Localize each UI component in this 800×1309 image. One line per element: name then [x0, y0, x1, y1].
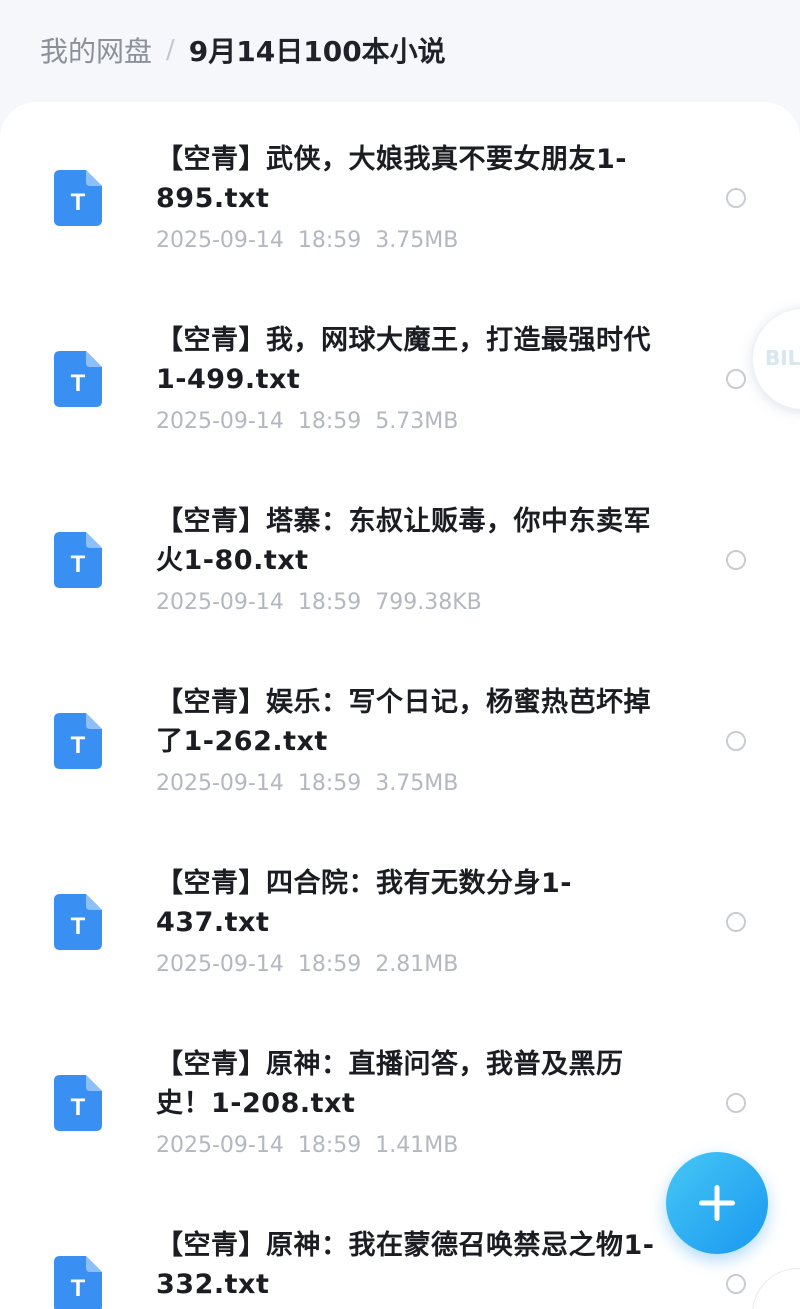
- file-date: 2025-09-14: [156, 771, 284, 796]
- breadcrumb-current-folder: 9月14日100本小说: [188, 35, 446, 68]
- file-time: 18:59: [297, 409, 362, 434]
- select-radio[interactable]: [726, 1093, 746, 1113]
- file-meta: 2025-09-14 18:59 1.41MB: [156, 1133, 458, 1158]
- select-radio[interactable]: [726, 369, 746, 389]
- file-meta: 2025-09-14 18:59 5.73MB: [156, 409, 458, 434]
- file-name: 【空青】我，网球大魔王，打造最强时代1-499.txt: [156, 325, 651, 395]
- file-row[interactable]: T 【空青】四合院：我有无数分身1-437.txt 2025-09-14 18:59 2…: [0, 826, 800, 1008]
- file-row[interactable]: T 【空青】娱乐：写个日记，杨蜜热芭坏掉了1-262.txt 2025-09-14 1…: [0, 645, 800, 827]
- file-size: 3.75MB: [375, 771, 459, 796]
- txt-file-icon: T: [54, 170, 102, 226]
- svg-text:T: T: [71, 913, 86, 940]
- file-time: 18:59: [297, 228, 362, 253]
- floating-assistant-label: BIL: [765, 346, 800, 370]
- txt-file-icon: T: [54, 894, 102, 950]
- file-date: 2025-09-14: [156, 228, 284, 253]
- breadcrumb-root[interactable]: 我的网盘: [40, 30, 152, 70]
- file-name: 【空青】娱乐：写个日记，杨蜜热芭坏掉了1-262.txt: [156, 687, 651, 757]
- file-meta: 2025-09-14 18:59 2.81MB: [156, 952, 458, 977]
- svg-text:T: T: [71, 370, 86, 397]
- file-row[interactable]: T 【空青】我，网球大魔王，打造最强时代1-499.txt 2025-09-14 18…: [0, 283, 800, 465]
- file-time: 18:59: [297, 1133, 362, 1158]
- svg-text:T: T: [71, 1094, 86, 1121]
- svg-text:T: T: [71, 1275, 86, 1302]
- file-name: 【空青】四合院：我有无数分身1-437.txt: [156, 868, 572, 938]
- file-row[interactable]: T 【空青】原神：直播问答，我普及黑历史！1-208.txt 2025-09-14 1…: [0, 1007, 800, 1189]
- txt-file-icon: T: [54, 1075, 102, 1131]
- file-meta: 2025-09-14 18:59 3.75MB: [156, 228, 458, 253]
- file-size: 3.75MB: [375, 228, 459, 253]
- plus-icon: [697, 1183, 737, 1223]
- file-size: 799.38KB: [375, 590, 482, 615]
- select-radio[interactable]: [726, 912, 746, 932]
- select-radio[interactable]: [726, 188, 746, 208]
- file-date: 2025-09-14: [156, 590, 284, 615]
- breadcrumb-separator: /: [166, 35, 175, 65]
- file-name: 【空青】塔寨：东叔让贩毒，你中东卖军火1-80.txt: [156, 506, 651, 576]
- select-radio[interactable]: [726, 731, 746, 751]
- breadcrumb: 我的网盘 / 9月14日100本小说: [40, 28, 446, 72]
- svg-text:T: T: [71, 189, 86, 216]
- txt-file-icon: T: [54, 532, 102, 588]
- file-date: 2025-09-14: [156, 409, 284, 434]
- file-time: 18:59: [297, 952, 362, 977]
- file-size: 2.81MB: [375, 952, 459, 977]
- txt-file-icon: T: [54, 351, 102, 407]
- file-row[interactable]: T 【空青】塔寨：东叔让贩毒，你中东卖军火1-80.txt 2025-09-14 18…: [0, 464, 800, 646]
- select-radio[interactable]: [726, 1274, 746, 1294]
- txt-file-icon: T: [54, 713, 102, 769]
- app-screen: 我的网盘 / 9月14日100本小说 T 【空青】武侠，大娘我真不要女朋友1-89…: [0, 0, 800, 1309]
- file-name: 【空青】武侠，大娘我真不要女朋友1-895.txt: [156, 144, 627, 214]
- file-time: 18:59: [297, 590, 362, 615]
- select-radio[interactable]: [726, 550, 746, 570]
- svg-text:T: T: [71, 551, 86, 578]
- file-meta: 2025-09-14 18:59 3.75MB: [156, 771, 458, 796]
- svg-text:T: T: [71, 732, 86, 759]
- file-size: 1.41MB: [375, 1133, 459, 1158]
- file-list-card: T 【空青】武侠，大娘我真不要女朋友1-895.txt 2025-09-14 18:5…: [0, 102, 800, 1309]
- txt-file-icon: T: [54, 1256, 102, 1309]
- file-name: 【空青】原神：直播问答，我普及黑历史！1-208.txt: [156, 1049, 624, 1119]
- file-size: 5.73MB: [375, 409, 459, 434]
- file-date: 2025-09-14: [156, 1133, 284, 1158]
- file-date: 2025-09-14: [156, 952, 284, 977]
- file-name: 【空青】原神：我在蒙德召唤禁忌之物1-332.txt: [156, 1230, 655, 1300]
- file-meta: 2025-09-14 18:59 799.38KB: [156, 590, 482, 615]
- file-row[interactable]: T 【空青】武侠，大娘我真不要女朋友1-895.txt 2025-09-14 18:5…: [0, 102, 800, 284]
- file-time: 18:59: [297, 771, 362, 796]
- add-button[interactable]: [666, 1152, 768, 1254]
